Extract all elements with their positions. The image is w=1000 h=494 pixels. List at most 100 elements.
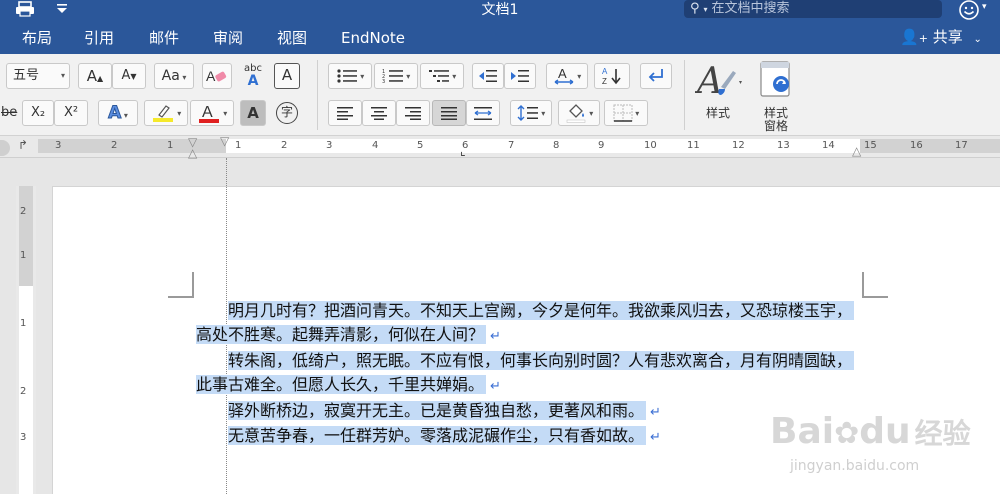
distributed-icon bbox=[473, 105, 493, 120]
character-border-button[interactable]: A bbox=[274, 63, 300, 89]
text-effects-icon: A bbox=[108, 103, 122, 124]
chevron-down-icon[interactable]: ▾ bbox=[982, 2, 987, 12]
font-color-button[interactable]: A ▾ bbox=[190, 100, 234, 126]
watermark-du: du bbox=[859, 411, 911, 452]
ruler-number: 2 bbox=[20, 206, 27, 217]
eraser-icon: A bbox=[206, 68, 228, 84]
tab-layout[interactable]: 布局 bbox=[22, 29, 52, 47]
tab-stop-marker[interactable]: ⌞ bbox=[460, 144, 466, 158]
hanging-indent-marker[interactable]: △ bbox=[188, 146, 197, 160]
arrow-down-icon: ▼ bbox=[130, 72, 137, 81]
change-case-button[interactable]: Aa ▾ bbox=[154, 63, 194, 89]
search-icon: ⚲ bbox=[690, 1, 700, 16]
selected-text: 驿外断桥边，寂寞开无主。已是黄昏独自愁，更著风和雨。 bbox=[228, 401, 647, 420]
align-center-button[interactable] bbox=[362, 100, 396, 126]
styles-pane-label-2: 窗格 bbox=[763, 119, 788, 133]
chevron-down-icon: ▾ bbox=[179, 73, 187, 82]
subscript-button[interactable]: X₂ bbox=[22, 100, 54, 126]
chevron-down-icon: ▾ bbox=[632, 109, 640, 118]
text-line[interactable]: 无意苦争春，一任群芳妒。零落成泥碾作尘，只有香如故。 ↵ bbox=[228, 424, 661, 448]
multilevel-list-button[interactable]: ▾ bbox=[420, 63, 464, 89]
paw-icon: ✿ bbox=[834, 416, 860, 451]
align-center-icon bbox=[370, 105, 388, 120]
phonetic-guide-button[interactable]: abc A bbox=[238, 62, 268, 88]
selected-text: 明月几时有？把酒问青天。不知天上宫阙，今夕是何年。我欲乘风归去，又恐琼楼玉宇， bbox=[228, 301, 855, 320]
indent-marker[interactable]: ▽ bbox=[220, 134, 229, 148]
share-button[interactable]: 👤+ 共享 ⌄ bbox=[900, 28, 982, 49]
paragraph-mark-icon: ↵ bbox=[490, 329, 501, 344]
close-ruler-icon[interactable] bbox=[0, 140, 10, 156]
vertical-ruler[interactable]: 2 1 1 2 3 bbox=[16, 186, 36, 494]
ruler-number: 2 bbox=[281, 140, 288, 151]
borders-button[interactable]: ▾ bbox=[604, 100, 648, 126]
grow-font-button[interactable]: A▲ bbox=[78, 63, 112, 89]
tab-mailings[interactable]: 邮件 bbox=[149, 29, 179, 47]
horizontal-ruler[interactable]: ↱ 3 2 1 1 2 3 4 5 6 7 8 9 10 11 12 13 14… bbox=[0, 134, 1000, 160]
font-size-select[interactable]: 五号 ▾ bbox=[6, 63, 70, 89]
text-line[interactable]: 此事古难全。但愿人长久，千里共婵娟。 ↵ bbox=[196, 373, 501, 397]
text-direction-button[interactable]: A ▾ bbox=[546, 63, 588, 89]
svg-text:A: A bbox=[206, 68, 216, 84]
ruler-margin-right bbox=[860, 139, 1000, 153]
enclose-characters-button[interactable]: 字 bbox=[272, 100, 302, 126]
tab-review[interactable]: 审阅 bbox=[213, 29, 243, 47]
add-person-icon: 👤+ bbox=[900, 28, 928, 46]
selected-text: 高处不胜寒。起舞弄清影，何似在人间？ bbox=[196, 325, 487, 344]
line-spacing-button[interactable]: ▾ bbox=[510, 100, 552, 126]
bullets-button[interactable]: ▾ bbox=[328, 63, 372, 89]
strikethrough-button[interactable]: be bbox=[0, 100, 18, 126]
tab-endnote[interactable]: EndNote bbox=[341, 29, 405, 47]
char-shading-label: A bbox=[247, 104, 259, 122]
text-line[interactable]: 驿外断桥边，寂寞开无主。已是黄昏独自愁，更著风和雨。 ↵ bbox=[228, 399, 661, 423]
chevron-down-icon: ▾ bbox=[574, 72, 582, 81]
text-line[interactable]: 转朱阁，低绮户，照无眠。不应有恨，何事长向别时圆？人有悲欢离合，月有阴晴圆缺， bbox=[228, 349, 855, 373]
highlighter-icon bbox=[151, 104, 175, 122]
text-line[interactable]: 高处不胜寒。起舞弄清影，何似在人间？ ↵ bbox=[196, 323, 501, 347]
align-left-button[interactable] bbox=[328, 100, 362, 126]
superscript-button[interactable]: X² bbox=[54, 100, 88, 126]
text-effects-button[interactable]: A ▾ bbox=[98, 100, 138, 126]
increase-indent-icon bbox=[510, 68, 530, 83]
bullet-list-icon bbox=[336, 68, 358, 83]
text-line[interactable]: 明月几时有？把酒问青天。不知天上宫阙，今夕是何年。我欲乘风归去，又恐琼楼玉宇， bbox=[228, 299, 855, 323]
shrink-font-button[interactable]: A▼ bbox=[112, 63, 146, 89]
search-input[interactable]: ⚲ ▾ 在文档中搜索 bbox=[684, 0, 942, 18]
ruler-number: 3 bbox=[20, 432, 27, 443]
character-shading-button[interactable]: A bbox=[240, 100, 266, 126]
align-right-button[interactable] bbox=[396, 100, 430, 126]
justify-button[interactable] bbox=[432, 100, 466, 126]
ruler-number: 8 bbox=[553, 140, 560, 151]
selected-text: 转朱阁，低绮户，照无眠。不应有恨，何事长向别时圆？人有悲欢离合，月有阴晴圆缺， bbox=[228, 351, 855, 370]
enclosed-char-icon: 字 bbox=[276, 102, 298, 124]
subscript-label: X₂ bbox=[30, 105, 46, 120]
highlight-color-button[interactable]: ▾ bbox=[144, 100, 188, 126]
paint-bucket-icon bbox=[565, 103, 587, 123]
paragraph-mark-icon: ↵ bbox=[650, 405, 661, 420]
ruler-number: 4 bbox=[372, 140, 379, 151]
numbering-button[interactable]: 123 ▾ bbox=[374, 63, 418, 89]
styles-label: 样式 bbox=[705, 106, 730, 120]
styles-gallery-button[interactable]: A bbox=[692, 58, 746, 106]
smile-feedback-icon[interactable] bbox=[958, 0, 980, 21]
shading-button[interactable]: ▾ bbox=[558, 100, 600, 126]
right-indent-marker[interactable]: △ bbox=[852, 144, 861, 158]
clear-formatting-button[interactable]: A bbox=[202, 63, 232, 89]
styles-pane-button[interactable] bbox=[756, 58, 796, 102]
font-color-icon: A bbox=[197, 104, 221, 123]
return-arrow-icon bbox=[646, 68, 666, 83]
tab-references[interactable]: 引用 bbox=[84, 29, 114, 47]
increase-indent-button[interactable] bbox=[504, 63, 536, 89]
distributed-button[interactable] bbox=[466, 100, 500, 126]
line-break-button[interactable] bbox=[640, 63, 672, 89]
decrease-indent-button[interactable] bbox=[472, 63, 504, 89]
paragraph-mark-icon: ↵ bbox=[490, 379, 501, 394]
ruler-margin-top bbox=[19, 186, 33, 286]
strikethrough-icon: be bbox=[1, 105, 18, 120]
tab-stop-selector-icon[interactable]: ↱ bbox=[18, 138, 28, 152]
styles-pane-label-1: 样式 bbox=[763, 106, 788, 120]
chevron-down-icon: ▾ bbox=[220, 109, 228, 118]
watermark-url: jingyan.baidu.com bbox=[790, 458, 920, 474]
ruler-number: 14 bbox=[822, 140, 835, 151]
tab-view[interactable]: 视图 bbox=[277, 29, 307, 47]
sort-button[interactable]: AZ bbox=[594, 63, 630, 89]
